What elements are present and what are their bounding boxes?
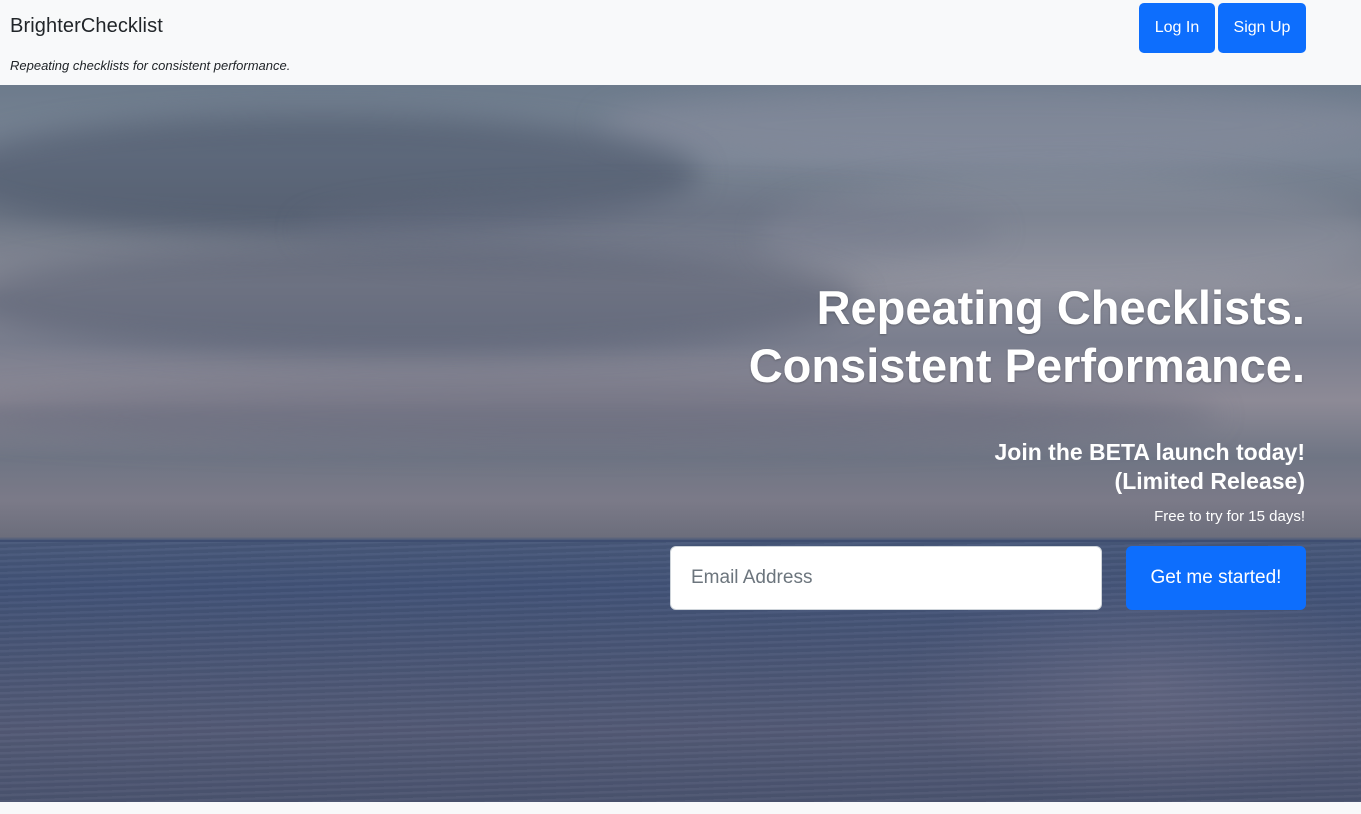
get-started-button[interactable]: Get me started! — [1126, 546, 1306, 610]
hero-section: Repeating Checklists. Consistent Perform… — [0, 85, 1361, 802]
trial-note: Free to try for 15 days! — [1154, 508, 1305, 525]
signup-button[interactable]: Sign Up — [1218, 3, 1306, 53]
hero-headline: Repeating Checklists. Consistent Perform… — [605, 279, 1305, 395]
login-button[interactable]: Log In — [1139, 3, 1215, 53]
email-input[interactable] — [670, 546, 1102, 610]
brand-link[interactable]: BrighterChecklist — [10, 15, 163, 38]
headline-line-2: Consistent Performance. — [748, 339, 1305, 392]
subhead-line-1: Join the BETA launch today! — [994, 439, 1305, 465]
background-cloud — [600, 85, 1361, 165]
tagline: Repeating checklists for consistent perf… — [10, 58, 291, 73]
hero-subhead: Join the BETA launch today! (Limited Rel… — [805, 438, 1305, 496]
headline-line-1: Repeating Checklists. — [816, 281, 1305, 334]
subhead-line-2: (Limited Release) — [1114, 468, 1305, 494]
navbar: BrighterChecklist Repeating checklists f… — [0, 0, 1361, 85]
